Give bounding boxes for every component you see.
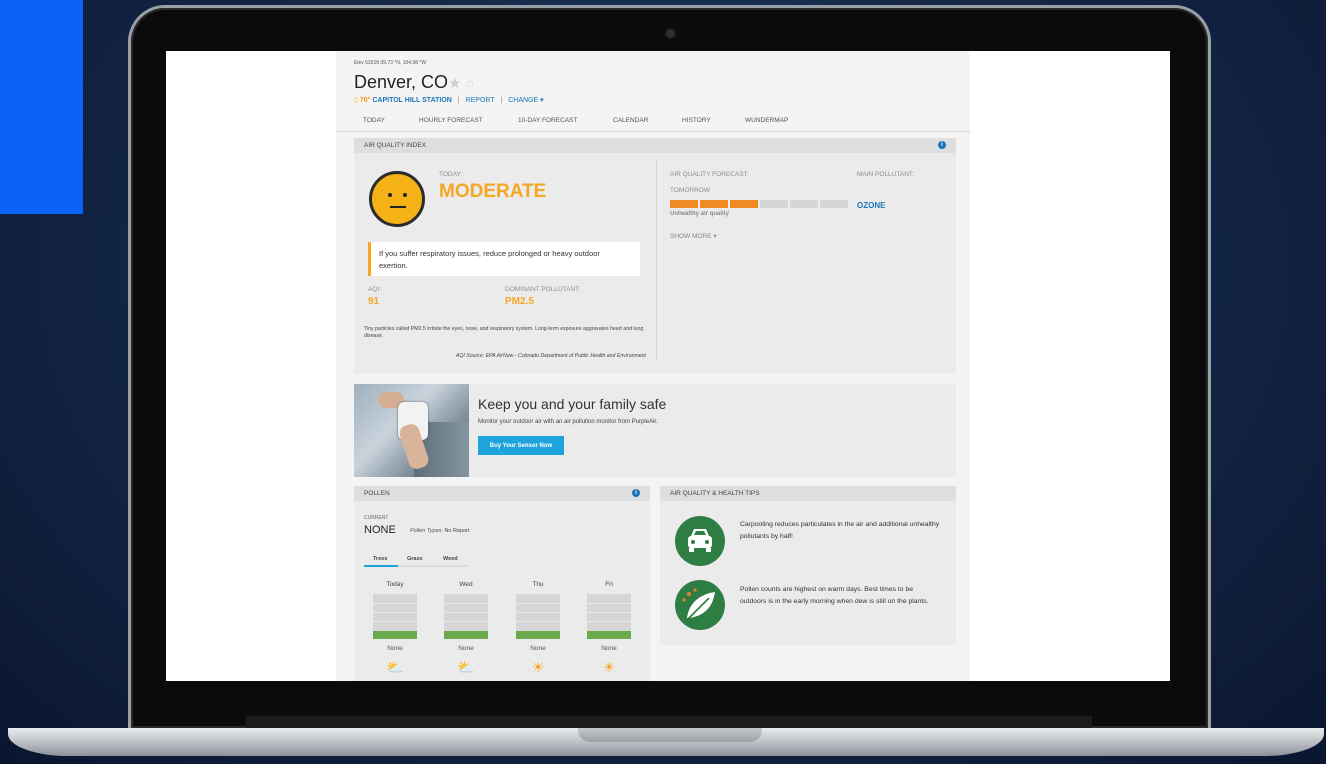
tab-10-day-forecast[interactable]: 10-DAY FORECAST bbox=[518, 117, 577, 124]
tab-today[interactable]: TODAY bbox=[363, 117, 385, 124]
pollen-level-text: None bbox=[387, 645, 403, 652]
forecast-bar-segment bbox=[700, 200, 728, 208]
pollen-info-icon[interactable]: i bbox=[632, 489, 640, 497]
pm25-description: Tiny particles called PM2.5 irritate the… bbox=[364, 326, 644, 339]
laptop-notch bbox=[578, 728, 762, 742]
sunny-icon: ☀ bbox=[602, 659, 616, 675]
forecast-label: AIR QUALITY FORECAST: bbox=[670, 171, 749, 178]
forecast-bar-segment bbox=[670, 200, 698, 208]
forecast-bar-segment bbox=[820, 200, 848, 208]
sunny-icon: ☀ bbox=[531, 659, 545, 675]
forecast-bar-segment bbox=[730, 200, 758, 208]
buy-sensor-button[interactable]: Buy Your Sensor Now bbox=[478, 436, 564, 455]
nav-tabs: TODAY HOURLY FORECAST 10-DAY FORECAST CA… bbox=[336, 109, 970, 132]
pollen-types: Pollen Types: No Report bbox=[410, 528, 470, 534]
pollen-panel: POLLEN i CURRENT NONE Pollen Types: No R… bbox=[354, 486, 650, 681]
purpleair-ad: Keep you and your family safe Monitor yo… bbox=[354, 384, 956, 477]
tab-wundermap[interactable]: WUNDERMAP bbox=[745, 117, 788, 124]
station-link[interactable]: CAPITOL HILL STATION bbox=[372, 97, 451, 104]
moderate-face-icon bbox=[369, 171, 425, 227]
health-tips-panel: AIR QUALITY & HEALTH TIPS Carpooling red… bbox=[660, 486, 956, 645]
pollen-level-text: None bbox=[458, 645, 474, 652]
report-link[interactable]: REPORT bbox=[466, 97, 495, 104]
pollen-day-label: Today bbox=[386, 581, 404, 588]
pollen-level-text: None bbox=[601, 645, 617, 652]
tab-weed[interactable]: Weed bbox=[443, 556, 458, 562]
ad-title: Keep you and your family safe bbox=[478, 396, 667, 412]
ad-subtitle: Monitor your outdoor air with an air pol… bbox=[478, 419, 658, 425]
active-tab-indicator bbox=[364, 565, 398, 567]
partly-cloudy-icon: ⛅ bbox=[457, 659, 475, 675]
camera-icon bbox=[666, 29, 675, 38]
blue-corner-block bbox=[0, 0, 83, 214]
tip-pollen-text: Pollen counts are highest on warm days. … bbox=[740, 586, 929, 605]
change-link[interactable]: CHANGE ▾ bbox=[508, 97, 543, 104]
aqi-label: AQI: bbox=[368, 286, 382, 293]
pollen-level-bar bbox=[516, 594, 560, 639]
panel-divider bbox=[656, 160, 657, 360]
sensor-photo bbox=[354, 384, 469, 477]
main-pollutant-label: MAIN POLLUTANT: bbox=[857, 171, 914, 178]
aqi-value: 91 bbox=[368, 296, 380, 307]
elevation-text: Elev 5331ft 39.73 °N, 104.98 °W bbox=[354, 60, 427, 66]
aqi-panel-title: AIR QUALITY INDEX bbox=[364, 142, 427, 149]
pollen-level-bar bbox=[587, 594, 631, 639]
city-title: Denver, CO bbox=[354, 72, 449, 92]
pollen-level-text: None bbox=[530, 645, 546, 652]
aqi-status: MODERATE bbox=[439, 181, 547, 202]
home-icon[interactable]: ⌂ bbox=[466, 75, 474, 90]
tab-hourly-forecast[interactable]: HOURLY FORECAST bbox=[419, 117, 483, 124]
forecast-bar-segment bbox=[790, 200, 818, 208]
aqi-source: AQI Source: EPA AirNow - Colorado Depart… bbox=[455, 353, 646, 359]
pollen-day-label: Thu bbox=[532, 581, 544, 588]
favorite-star-icon[interactable]: ★ bbox=[448, 74, 461, 92]
laptop-screen: Elev 5331ft 39.73 °N, 104.98 °W Denver, … bbox=[166, 51, 1170, 681]
health-advice-text: If you suffer respiratory issues, reduce… bbox=[379, 249, 600, 270]
pollen-panel-header: POLLEN i bbox=[354, 486, 650, 501]
current-label: CURRENT bbox=[364, 515, 389, 521]
forecast-bar-segment bbox=[760, 200, 788, 208]
tab-history[interactable]: HISTORY bbox=[682, 117, 711, 124]
thermometer-icon: ▯ bbox=[354, 97, 358, 104]
today-label: TODAY: bbox=[439, 171, 463, 178]
current-temp: 70° bbox=[359, 97, 371, 104]
info-icon[interactable]: i bbox=[938, 141, 946, 149]
weather-page: Elev 5331ft 39.73 °N, 104.98 °W Denver, … bbox=[336, 51, 970, 681]
tip-carpool-text: Carpooling reduces particulates in the a… bbox=[740, 521, 940, 540]
aqi-panel-header: AIR QUALITY INDEX i bbox=[354, 138, 956, 153]
dominant-pollutant-label: DOMINANT POLLUTANT: bbox=[505, 286, 581, 293]
pollen-title: POLLEN bbox=[364, 490, 390, 497]
pollen-current-value: NONE bbox=[364, 524, 396, 536]
dominant-pollutant-value: PM2.5 bbox=[505, 296, 534, 307]
pollen-level-bar bbox=[373, 594, 417, 639]
main-pollutant-value: OZONE bbox=[857, 201, 886, 210]
tab-grass[interactable]: Grass bbox=[407, 556, 423, 562]
pollen-day-label: Wed bbox=[459, 581, 473, 588]
health-advice-box: If you suffer respiratory issues, reduce… bbox=[368, 242, 640, 276]
tips-panel-header: AIR QUALITY & HEALTH TIPS bbox=[660, 486, 956, 501]
pollen-day-label: Fri bbox=[605, 581, 613, 588]
tips-title: AIR QUALITY & HEALTH TIPS bbox=[670, 490, 760, 497]
tomorrow-label: TOMORROW bbox=[670, 187, 710, 194]
tab-trees[interactable]: Trees bbox=[373, 556, 387, 562]
tab-calendar[interactable]: CALENDAR bbox=[613, 117, 648, 124]
air-quality-panel: AIR QUALITY INDEX i TODAY: MODERATE If y… bbox=[354, 138, 956, 374]
station-row: ▯ 70° CAPITOL HILL STATION | REPORT | CH… bbox=[354, 97, 544, 104]
cloud-rain-sun-icon: ⛅ bbox=[386, 659, 404, 675]
leaf-icon bbox=[675, 580, 725, 630]
show-more-link[interactable]: SHOW MORE ▾ bbox=[670, 232, 717, 240]
forecast-status: Unhealthy air quality bbox=[670, 211, 730, 217]
car-icon bbox=[675, 516, 725, 566]
pollen-level-bar bbox=[444, 594, 488, 639]
